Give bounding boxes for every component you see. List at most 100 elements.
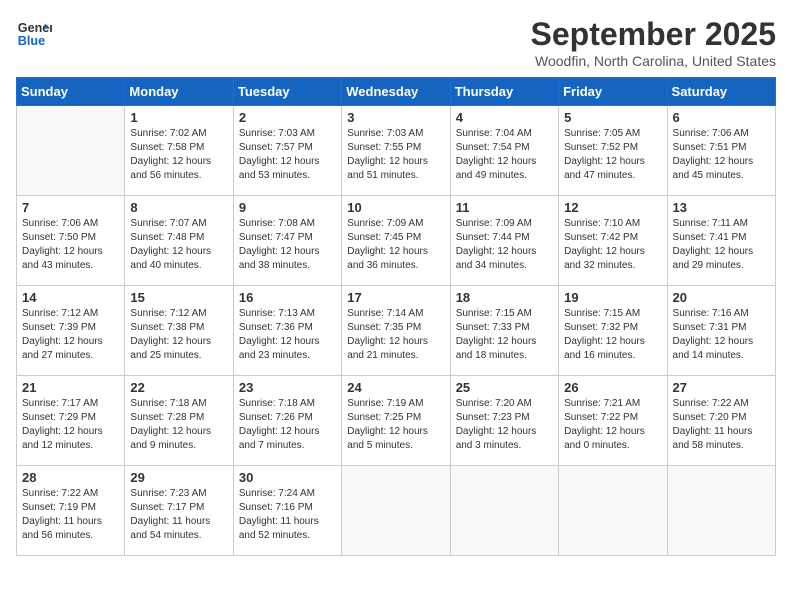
day-detail: Sunrise: 7:16 AMSunset: 7:31 PMDaylight:… [673,307,770,363]
day-detail: Sunrise: 7:08 AMSunset: 7:47 PMDaylight:… [239,217,336,273]
day-number: 18 [456,290,553,305]
day-detail: Sunrise: 7:13 AMSunset: 7:36 PMDaylight:… [239,307,336,363]
calendar-cell: 14 Sunrise: 7:12 AMSunset: 7:39 PMDayligh… [17,286,125,376]
day-detail: Sunrise: 7:10 AMSunset: 7:42 PMDaylight:… [564,217,661,273]
calendar-cell: 13 Sunrise: 7:11 AMSunset: 7:41 PMDayligh… [667,196,775,286]
calendar-cell: 12 Sunrise: 7:10 AMSunset: 7:42 PMDayligh… [559,196,667,286]
day-detail: Sunrise: 7:24 AMSunset: 7:16 PMDaylight:… [239,487,336,543]
day-detail: Sunrise: 7:23 AMSunset: 7:17 PMDaylight:… [130,487,227,543]
day-number: 7 [22,200,119,215]
calendar-cell: 21 Sunrise: 7:17 AMSunset: 7:29 PMDayligh… [17,376,125,466]
day-number: 30 [239,470,336,485]
day-number: 10 [347,200,444,215]
day-detail: Sunrise: 7:04 AMSunset: 7:54 PMDaylight:… [456,127,553,183]
calendar-cell: 26Sunrise: 7:21 AMSunset: 7:22 PMDayligh… [559,376,667,466]
calendar-cell: 10 Sunrise: 7:09 AMSunset: 7:45 PMDayligh… [342,196,450,286]
day-number: 15 [130,290,227,305]
day-of-week-header: Wednesday [342,78,450,106]
day-detail: Sunrise: 7:06 AMSunset: 7:51 PMDaylight:… [673,127,770,183]
calendar-cell: 22 Sunrise: 7:18 AMSunset: 7:28 PMDayligh… [125,376,233,466]
calendar-cell: 15Sunrise: 7:12 AMSunset: 7:38 PMDayligh… [125,286,233,376]
day-number: 2 [239,110,336,125]
calendar-cell: 11 Sunrise: 7:09 AMSunset: 7:44 PMDayligh… [450,196,558,286]
day-number: 22 [130,380,227,395]
calendar-cell: 6Sunrise: 7:06 AMSunset: 7:51 PMDaylight… [667,106,775,196]
day-detail: Sunrise: 7:09 AMSunset: 7:44 PMDaylight:… [456,217,553,273]
calendar-cell: 28 Sunrise: 7:22 AMSunset: 7:19 PMDayligh… [17,466,125,556]
calendar-cell: 30 Sunrise: 7:24 AMSunset: 7:16 PMDayligh… [233,466,341,556]
calendar-week-row: 21 Sunrise: 7:17 AMSunset: 7:29 PMDayligh… [17,376,776,466]
calendar-week-row: 14 Sunrise: 7:12 AMSunset: 7:39 PMDayligh… [17,286,776,376]
day-number: 28 [22,470,119,485]
day-of-week-header: Monday [125,78,233,106]
calendar-cell: 29 Sunrise: 7:23 AMSunset: 7:17 PMDayligh… [125,466,233,556]
svg-text:Blue: Blue [18,34,45,48]
day-number: 27 [673,380,770,395]
day-detail: Sunrise: 7:17 AMSunset: 7:29 PMDaylight:… [22,397,119,453]
day-number: 19 [564,290,661,305]
day-detail: Sunrise: 7:07 AMSunset: 7:48 PMDaylight:… [130,217,227,273]
day-number: 5 [564,110,661,125]
calendar-cell: 25 Sunrise: 7:20 AMSunset: 7:23 PMDayligh… [450,376,558,466]
day-number: 3 [347,110,444,125]
calendar-cell: 24 Sunrise: 7:19 AMSunset: 7:25 PMDayligh… [342,376,450,466]
day-detail: Sunrise: 7:03 AMSunset: 7:57 PMDaylight:… [239,127,336,183]
logo: General Blue [16,16,52,52]
day-detail: Sunrise: 7:20 AMSunset: 7:23 PMDaylight:… [456,397,553,453]
day-number: 17 [347,290,444,305]
day-detail: Sunrise: 7:19 AMSunset: 7:25 PMDaylight:… [347,397,444,453]
day-number: 25 [456,380,553,395]
calendar-cell: 8 Sunrise: 7:07 AMSunset: 7:48 PMDaylight… [125,196,233,286]
day-number: 14 [22,290,119,305]
calendar-cell: 18 Sunrise: 7:15 AMSunset: 7:33 PMDayligh… [450,286,558,376]
day-of-week-header: Saturday [667,78,775,106]
day-detail: Sunrise: 7:15 AMSunset: 7:32 PMDaylight:… [564,307,661,363]
calendar-cell: 2 Sunrise: 7:03 AMSunset: 7:57 PMDaylight… [233,106,341,196]
calendar-cell: 1 Sunrise: 7:02 AMSunset: 7:58 PMDaylight… [125,106,233,196]
day-number: 8 [130,200,227,215]
calendar-table: SundayMondayTuesdayWednesdayThursdayFrid… [16,77,776,556]
day-detail: Sunrise: 7:12 AMSunset: 7:39 PMDaylight:… [22,307,119,363]
day-detail: Sunrise: 7:09 AMSunset: 7:45 PMDaylight:… [347,217,444,273]
page-header: General Blue September 2025 Woodfin, Nor… [16,16,776,69]
day-detail: Sunrise: 7:22 AMSunset: 7:19 PMDaylight:… [22,487,119,543]
day-number: 9 [239,200,336,215]
location: Woodfin, North Carolina, United States [531,53,776,69]
day-number: 4 [456,110,553,125]
month-year: September 2025 [531,16,776,53]
day-detail: Sunrise: 7:18 AMSunset: 7:28 PMDaylight:… [130,397,227,453]
day-detail: Sunrise: 7:14 AMSunset: 7:35 PMDaylight:… [347,307,444,363]
calendar-week-row: 28 Sunrise: 7:22 AMSunset: 7:19 PMDayligh… [17,466,776,556]
day-detail: Sunrise: 7:15 AMSunset: 7:33 PMDaylight:… [456,307,553,363]
day-number: 29 [130,470,227,485]
day-number: 13 [673,200,770,215]
day-number: 12 [564,200,661,215]
day-number: 23 [239,380,336,395]
day-detail: Sunrise: 7:03 AMSunset: 7:55 PMDaylight:… [347,127,444,183]
day-number: 24 [347,380,444,395]
day-detail: Sunrise: 7:11 AMSunset: 7:41 PMDaylight:… [673,217,770,273]
day-number: 20 [673,290,770,305]
day-number: 21 [22,380,119,395]
day-number: 16 [239,290,336,305]
calendar-cell [342,466,450,556]
day-of-week-header: Friday [559,78,667,106]
title-section: September 2025 Woodfin, North Carolina, … [531,16,776,69]
day-number: 26 [564,380,661,395]
day-of-week-header: Thursday [450,78,558,106]
day-detail: Sunrise: 7:06 AMSunset: 7:50 PMDaylight:… [22,217,119,273]
day-detail: Sunrise: 7:02 AMSunset: 7:58 PMDaylight:… [130,127,227,183]
day-number: 1 [130,110,227,125]
calendar-cell [559,466,667,556]
calendar-week-row: 7 Sunrise: 7:06 AMSunset: 7:50 PMDaylight… [17,196,776,286]
calendar-cell: 7 Sunrise: 7:06 AMSunset: 7:50 PMDaylight… [17,196,125,286]
calendar-cell [17,106,125,196]
calendar-cell: 5Sunrise: 7:05 AMSunset: 7:52 PMDaylight… [559,106,667,196]
calendar-cell: 19 Sunrise: 7:15 AMSunset: 7:32 PMDayligh… [559,286,667,376]
day-number: 11 [456,200,553,215]
calendar-cell: 4 Sunrise: 7:04 AMSunset: 7:54 PMDaylight… [450,106,558,196]
logo-icon: General Blue [16,16,52,52]
day-of-week-header: Tuesday [233,78,341,106]
calendar-cell [450,466,558,556]
calendar-cell: 16 Sunrise: 7:13 AMSunset: 7:36 PMDayligh… [233,286,341,376]
